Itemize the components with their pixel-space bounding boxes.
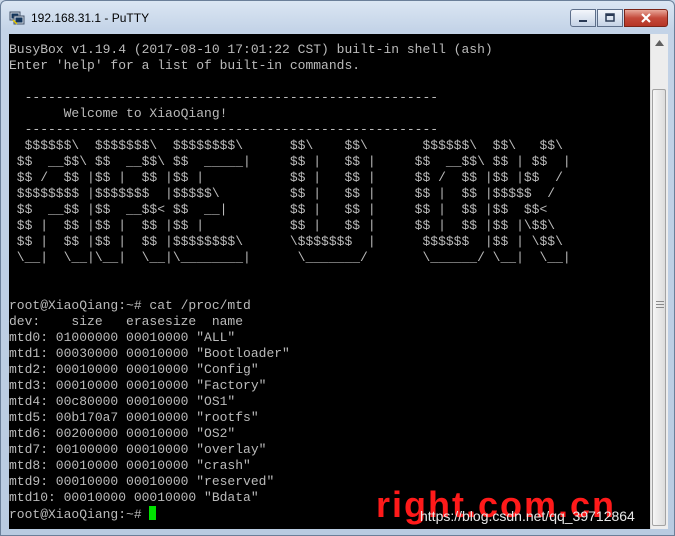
terminal-line: ----------------------------------------… bbox=[9, 90, 439, 105]
terminal-line: $$ __$$ |$$ __$$< $$ __| $$ | $$ | $$ | … bbox=[9, 202, 548, 217]
terminal-screen[interactable]: BusyBox v1.19.4 (2017-08-10 17:01:22 CST… bbox=[9, 34, 650, 529]
putty-icon bbox=[9, 11, 25, 25]
grip-line bbox=[656, 304, 664, 305]
terminal-line: mtd4: 00c80000 00010000 "OS1" bbox=[9, 394, 236, 409]
terminal-line: mtd3: 00010000 00010000 "Factory" bbox=[9, 378, 267, 393]
terminal-line: \__| \__|\__| \__|\________| \_______/ \… bbox=[9, 250, 571, 265]
terminal-line: mtd8: 00010000 00010000 "crash" bbox=[9, 458, 251, 473]
terminal-line: $$ | $$ |$$ | $$ |$$$$$$$$\ \$$$$$$$ | $… bbox=[9, 234, 563, 249]
terminal-line: root@XiaoQiang:~# cat /proc/mtd bbox=[9, 298, 251, 313]
terminal-line: mtd6: 00200000 00010000 "OS2" bbox=[9, 426, 236, 441]
grip-line bbox=[656, 307, 664, 308]
maximize-icon bbox=[605, 13, 615, 22]
watermark-url: https://blog.csdn.net/qq_39712864 bbox=[420, 508, 635, 524]
close-button[interactable] bbox=[624, 9, 668, 27]
grip-line bbox=[656, 301, 664, 302]
terminal-line: mtd10: 00010000 00010000 "Bdata" bbox=[9, 490, 259, 505]
terminal-line: $$ | $$ |$$ | $$ |$$ | $$ | $$ | $$ | $$… bbox=[9, 218, 556, 233]
maximize-button[interactable] bbox=[597, 9, 623, 27]
terminal-line: ----------------------------------------… bbox=[9, 122, 439, 137]
window-controls bbox=[569, 9, 668, 27]
scroll-up-button[interactable] bbox=[651, 34, 668, 51]
terminal-line: $$ / $$ |$$ | $$ |$$ | $$ | $$ | $$ / $$… bbox=[9, 170, 563, 185]
terminal-line: mtd9: 00010000 00010000 "reserved" bbox=[9, 474, 275, 489]
terminal-cursor bbox=[149, 506, 157, 520]
terminal-line: Welcome to XiaoQiang! bbox=[9, 106, 228, 121]
terminal-line: root@XiaoQiang:~# bbox=[9, 506, 157, 522]
terminal-line: mtd7: 00100000 00010000 "overlay" bbox=[9, 442, 267, 457]
vertical-scrollbar[interactable] bbox=[650, 34, 668, 529]
terminal-line: mtd0: 01000000 00010000 "ALL" bbox=[9, 330, 236, 345]
arrow-up-icon bbox=[655, 39, 664, 46]
terminal-line: $$$$$$\ $$$$$$$\ $$$$$$$$\ $$\ $$\ $$$$$… bbox=[9, 138, 563, 153]
title-bar[interactable]: 192.168.31.1 - PuTTY bbox=[1, 1, 674, 34]
close-icon bbox=[641, 13, 651, 23]
window-title: 192.168.31.1 - PuTTY bbox=[31, 11, 150, 25]
terminal-line: mtd5: 00b170a7 00010000 "rootfs" bbox=[9, 410, 259, 425]
minimize-button[interactable] bbox=[570, 9, 596, 27]
terminal-line: mtd2: 00010000 00010000 "Config" bbox=[9, 362, 259, 377]
terminal-line: Enter 'help' for a list of built-in comm… bbox=[9, 58, 361, 73]
terminal-line: dev: size erasesize name bbox=[9, 314, 244, 329]
terminal-line: $$ __$$\ $$ __$$\ $$ _____| $$ | $$ | $$… bbox=[9, 154, 571, 169]
terminal-line: $$$$$$$$ |$$$$$$$ |$$$$$\ $$ | $$ | $$ |… bbox=[9, 186, 556, 201]
terminal-line: BusyBox v1.19.4 (2017-08-10 17:01:22 CST… bbox=[9, 42, 493, 57]
scrollbar-thumb[interactable] bbox=[652, 89, 666, 526]
terminal-line: mtd1: 00030000 00010000 "Bootloader" bbox=[9, 346, 290, 361]
minimize-icon bbox=[579, 20, 587, 22]
putty-window: 192.168.31.1 - PuTTY BusyBox v1.19.4 (20… bbox=[0, 0, 675, 536]
